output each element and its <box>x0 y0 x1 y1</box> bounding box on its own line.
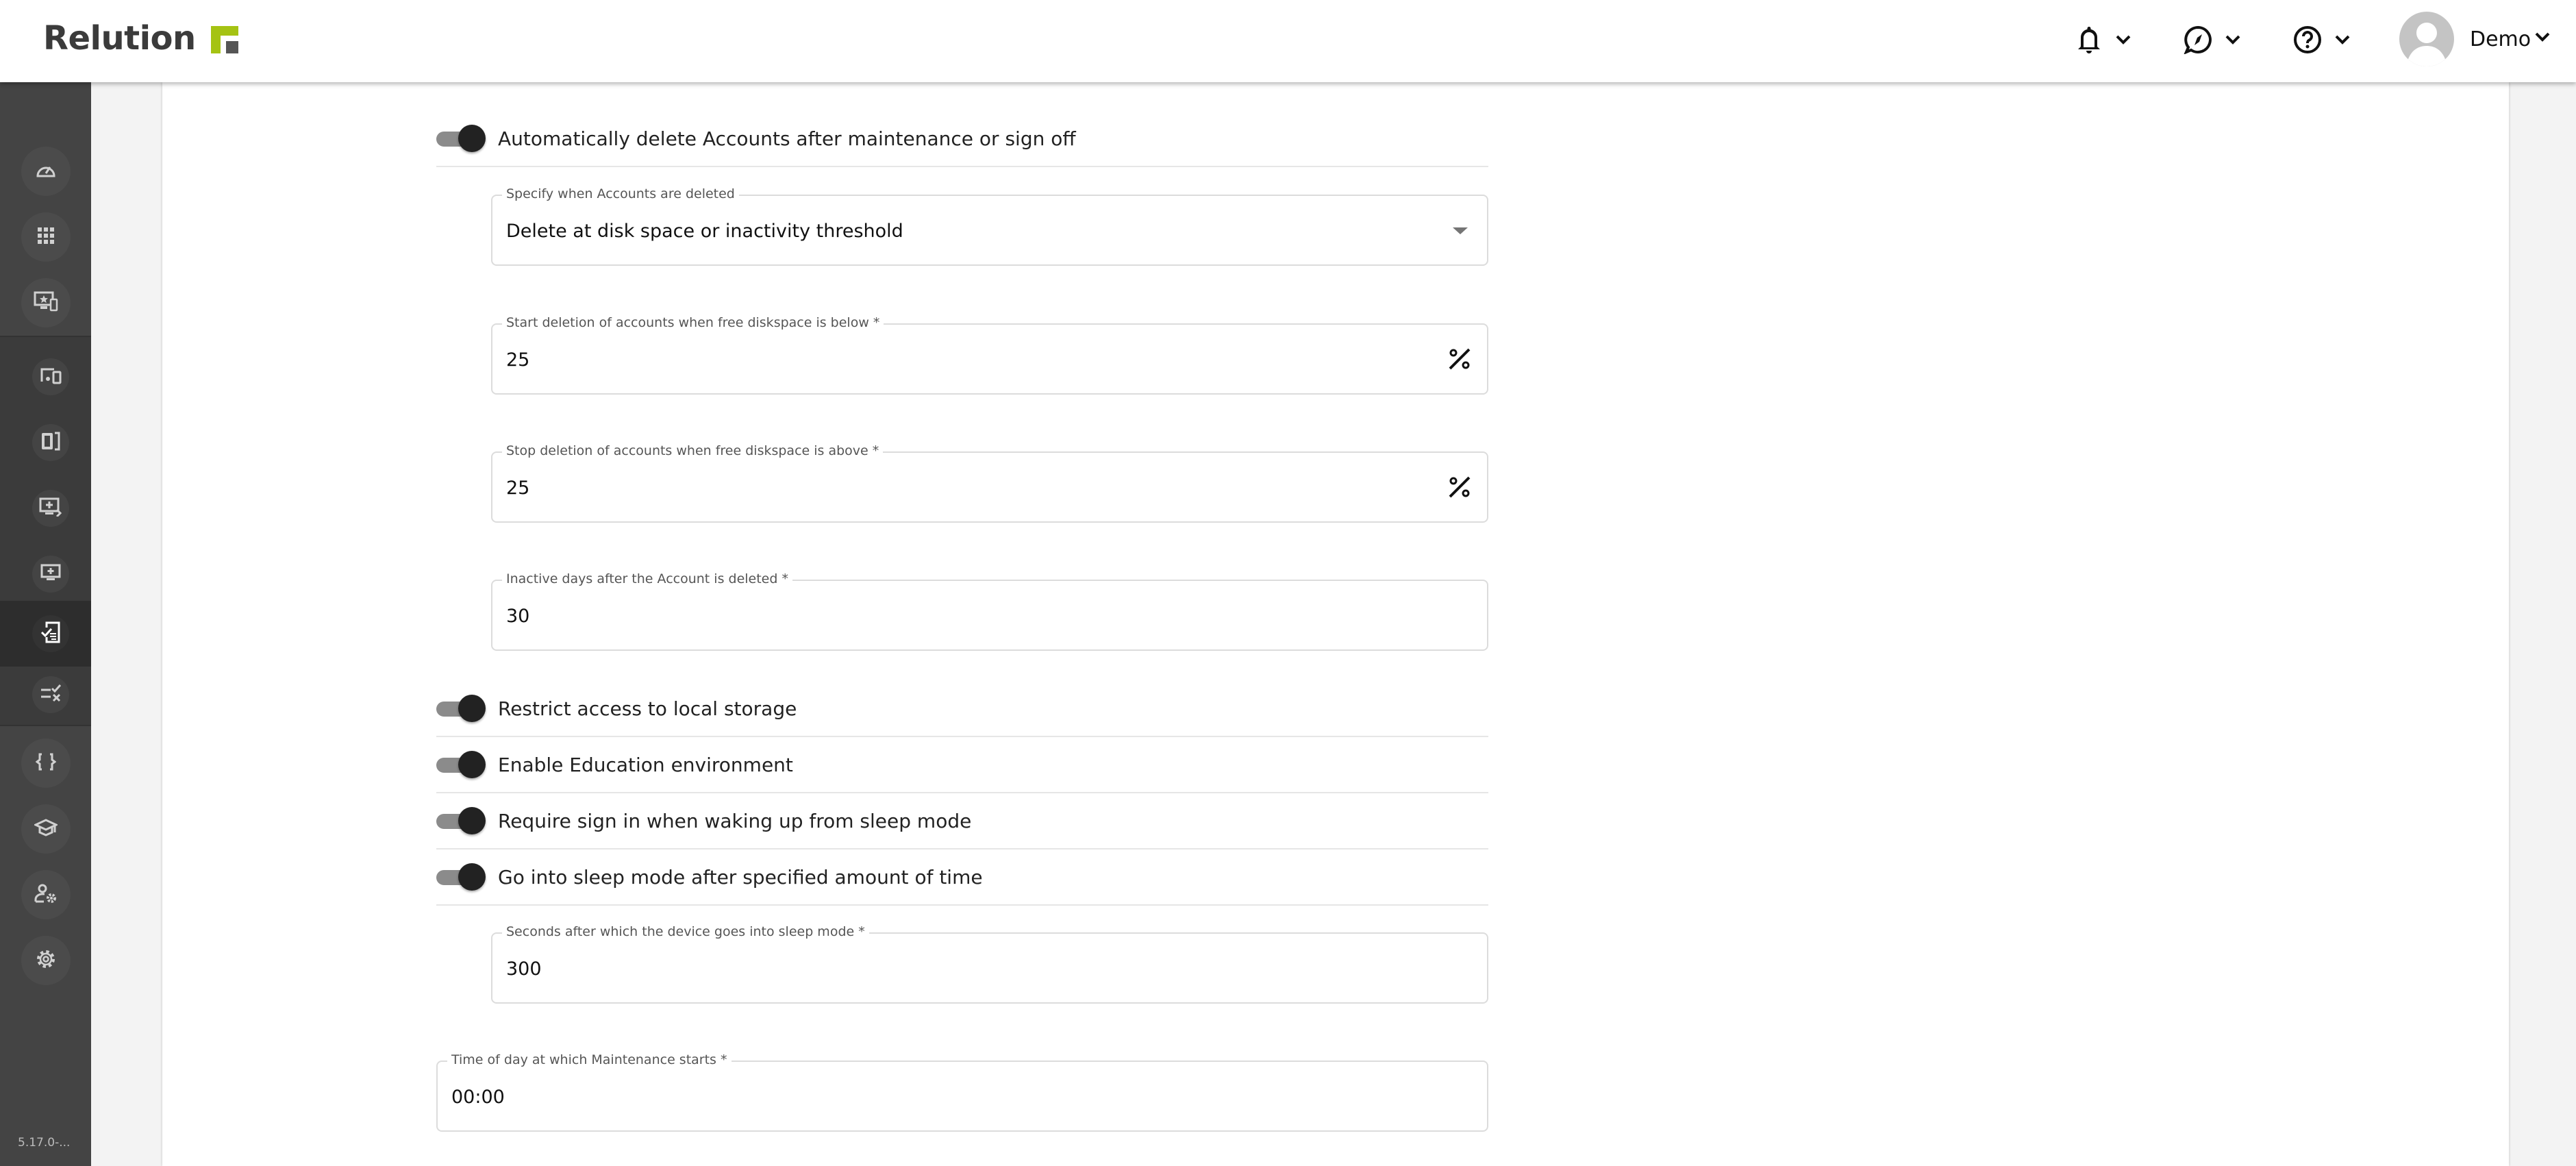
help-circle-icon <box>2293 25 2322 54</box>
delete-mode-value: Delete at disk space or inactivity thres… <box>506 221 903 242</box>
sidebar-item-enrollment[interactable] <box>0 475 91 541</box>
sidebar-group-main <box>0 82 91 336</box>
auto-delete-toggle[interactable] <box>436 125 486 152</box>
compass-icon <box>2184 25 2212 54</box>
apps-grid-icon <box>37 227 54 247</box>
top-header: Relution Demo <box>0 0 2576 82</box>
education-cap-icon <box>32 818 59 840</box>
delete-mode-label: Specify when Accounts are deleted <box>502 186 739 201</box>
inactive-days-field[interactable]: Inactive days after the Account is delet… <box>491 571 1488 651</box>
sidebar-item-add-device[interactable] <box>0 541 91 607</box>
stop-deletion-label: Stop deletion of accounts when free disk… <box>502 443 884 458</box>
sleep-mode-label: Go into sleep mode after specified amoun… <box>498 865 983 889</box>
maintenance-time-input[interactable] <box>451 1087 1291 1108</box>
compliance-rules-icon <box>40 684 62 706</box>
sidebar-item-settings[interactable] <box>0 928 91 993</box>
add-device-icon <box>40 564 61 584</box>
sleep-seconds-label: Seconds after which the device goes into… <box>502 924 869 939</box>
start-deletion-input[interactable] <box>506 349 1302 371</box>
sidebar-item-education[interactable] <box>0 796 91 862</box>
toggle-row-sleep-mode[interactable]: Go into sleep mode after specified amoun… <box>436 849 1488 906</box>
sleep-seconds-input[interactable] <box>506 958 1302 980</box>
start-deletion-field[interactable]: Start deletion of accounts when free dis… <box>491 315 1488 395</box>
tablet-phone-icon <box>40 431 61 454</box>
delete-mode-select[interactable]: Specify when Accounts are deleted Delete… <box>491 186 1488 266</box>
maintenance-time-label: Time of day at which Maintenance starts … <box>447 1052 731 1067</box>
scripts-braces-icon <box>35 753 56 773</box>
dashboard-gauge-icon <box>36 162 56 181</box>
logo-mark-icon <box>210 26 238 53</box>
user-menu-chevron-icon[interactable] <box>2534 32 2551 45</box>
sidebar-group-devices <box>0 336 91 726</box>
inactive-days-label: Inactive days after the Account is delet… <box>502 571 792 586</box>
chevron-down-icon <box>2225 34 2241 45</box>
toggle-row-auto-delete-accounts[interactable]: Automatically delete Accounts after main… <box>436 111 1488 167</box>
stop-deletion-field[interactable]: Stop deletion of accounts when free disk… <box>491 443 1488 523</box>
sidebar-item-compliance-policies[interactable] <box>0 601 91 667</box>
percent-icon <box>1447 475 1472 502</box>
help-menu-button[interactable] <box>2293 21 2351 59</box>
sidebar-item-tablets[interactable] <box>0 410 91 475</box>
education-env-toggle[interactable] <box>436 751 486 778</box>
discover-menu-button[interactable] <box>2184 21 2241 59</box>
sidebar-item-apps[interactable] <box>0 204 91 270</box>
restrict-storage-toggle[interactable] <box>436 695 486 722</box>
compliance-policy-icon <box>40 621 61 647</box>
chevron-down-icon <box>2115 34 2131 45</box>
sidebar-item-devices[interactable] <box>0 270 91 336</box>
stop-deletion-input[interactable] <box>506 477 1302 499</box>
sleep-mode-toggle[interactable] <box>436 863 486 891</box>
relution-logo[interactable]: Relution <box>43 19 238 58</box>
logo-text: Relution <box>43 19 196 58</box>
dropdown-caret-icon <box>1453 227 1468 234</box>
require-signin-label: Require sign in when waking up from slee… <box>498 809 972 832</box>
enrollment-icon <box>39 497 62 519</box>
sidebar-item-compliance-rules[interactable] <box>0 662 91 728</box>
toggle-row-restrict-storage[interactable]: Restrict access to local storage <box>436 681 1488 737</box>
bell-icon <box>2075 24 2103 55</box>
sidebar-item-user-management[interactable] <box>0 862 91 928</box>
auto-delete-label: Automatically delete Accounts after main… <box>498 127 1076 150</box>
sidebar-item-scripts[interactable] <box>0 730 91 796</box>
sidebar-nav: 5.17.0-... <box>0 82 91 1166</box>
sleep-seconds-field[interactable]: Seconds after which the device goes into… <box>491 924 1488 1004</box>
education-env-label: Enable Education environment <box>498 753 793 776</box>
inactive-days-input[interactable] <box>506 606 1302 627</box>
app-version: 5.17.0-... <box>18 1136 71 1150</box>
maintenance-time-field[interactable]: Time of day at which Maintenance starts … <box>436 1052 1488 1132</box>
restrict-storage-label: Restrict access to local storage <box>498 697 797 720</box>
sidebar-item-device-groups[interactable] <box>0 344 91 410</box>
devices-star-icon <box>34 291 58 314</box>
user-name[interactable]: Demo <box>2470 27 2531 51</box>
percent-icon <box>1447 347 1472 374</box>
sidebar-item-dashboard[interactable] <box>0 138 91 204</box>
device-groups-icon <box>40 367 62 387</box>
settings-gear-icon <box>35 948 57 973</box>
chevron-down-icon <box>2334 34 2351 45</box>
start-deletion-label: Start deletion of accounts when free dis… <box>502 315 884 330</box>
notifications-menu-button[interactable] <box>2075 21 2131 59</box>
require-signin-toggle[interactable] <box>436 807 486 834</box>
toggle-row-education-env[interactable]: Enable Education environment <box>436 737 1488 793</box>
user-settings-icon <box>34 883 58 906</box>
user-avatar[interactable] <box>2399 12 2454 66</box>
toggle-row-require-signin[interactable]: Require sign in when waking up from slee… <box>436 793 1488 849</box>
